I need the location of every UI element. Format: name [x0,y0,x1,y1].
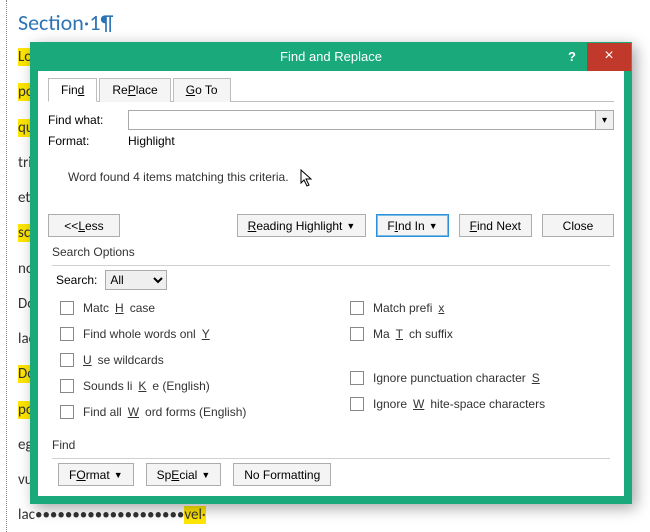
special-button[interactable]: SpEcial▼ [146,463,222,486]
search-direction-label: Search: [56,273,97,287]
findwhat-dropdown[interactable]: ▾ [596,110,614,130]
format-value: Highlight [128,134,175,148]
ignore-whitespace-checkbox[interactable]: Ignore White-space characters [346,394,606,414]
tab-find[interactable]: Find [48,78,97,102]
dialog-title: Find and Replace [280,49,382,64]
findwhat-label: Find what: [48,113,120,127]
format-label: Format: [48,134,120,148]
search-options-label: Search Options [52,245,614,259]
find-in-button[interactable]: FInd In▼ [376,214,448,237]
close-button[interactable]: Close [542,214,614,237]
find-next-button[interactable]: Find Next [459,214,532,237]
no-formatting-button[interactable]: No Formatting [233,463,331,486]
find-replace-dialog: Find and Replace ? × Find RePlace Go To … [30,42,632,504]
document-heading: Section·1¶ [18,6,638,40]
mouse-cursor-icon [300,169,316,189]
tabs: Find RePlace Go To [48,77,614,102]
all-word-forms-checkbox[interactable]: Find all Word forms (English) [56,402,316,422]
ignore-punct-checkbox[interactable]: Ignore punctuation characterS [346,368,606,388]
tab-goto[interactable]: Go To [173,78,231,102]
sounds-like-checkbox[interactable]: Sounds liKe (English) [56,376,316,396]
whole-words-checkbox[interactable]: Find whole words onlY [56,324,316,344]
match-prefix-checkbox[interactable]: Match prefix [346,298,606,318]
findwhat-input[interactable] [128,110,596,130]
dialog-titlebar[interactable]: Find and Replace ? × [31,43,631,71]
wildcards-checkbox[interactable]: Use wildcards [56,350,316,370]
close-icon[interactable]: × [587,43,631,71]
help-button[interactable]: ? [557,43,587,71]
status-text: Word found 4 items matching this criteri… [68,170,614,184]
match-case-checkbox[interactable]: MatcH case [56,298,316,318]
less-button[interactable]: << Less [48,214,120,237]
format-button[interactable]: FOrmat▼ [58,463,134,486]
find-group-label: Find [52,438,614,452]
tab-replace[interactable]: RePlace [99,78,170,102]
reading-highlight-button[interactable]: Reading Highlight▼ [237,214,367,237]
search-direction-select[interactable]: All [105,270,167,290]
match-suffix-checkbox[interactable]: MaTch suffix [346,324,606,344]
